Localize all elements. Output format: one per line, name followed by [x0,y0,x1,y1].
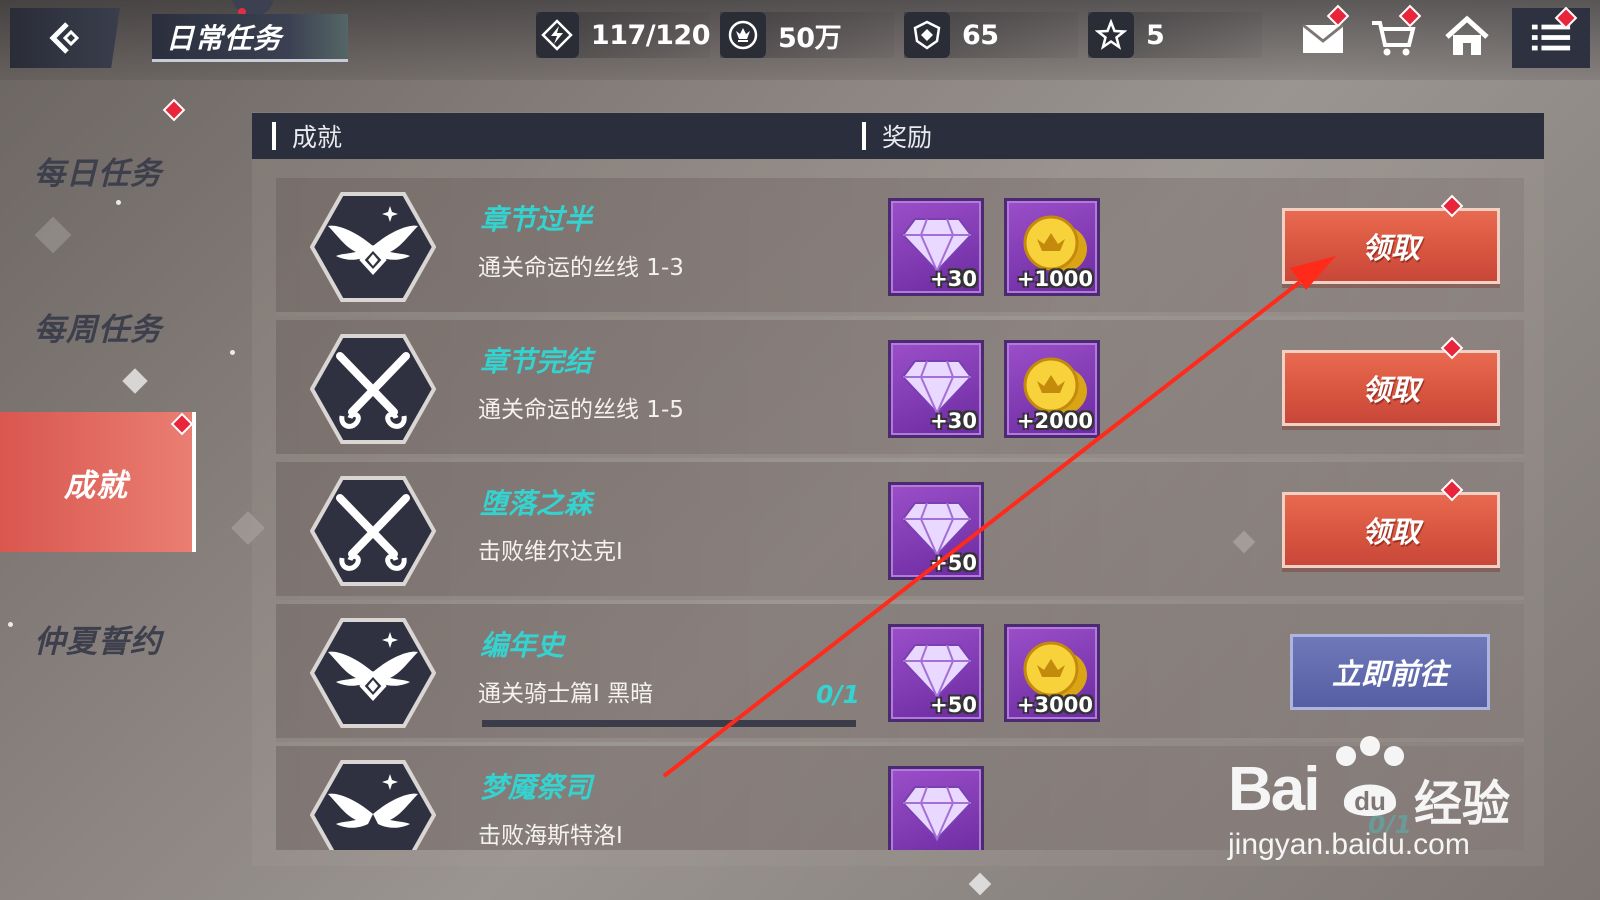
back-arrow-icon [49,22,80,54]
resource-stamina[interactable]: 117/120 [536,12,711,58]
achievement-name: 梦魇祭司 [480,771,593,804]
watermark-logo-text: Bai [1228,755,1320,824]
sidebar-item-weekly[interactable]: 每周任务 [0,256,196,396]
wings-icon [310,192,436,302]
column-header: 成就 奖励 [252,113,1544,159]
reward-amount: +50 [930,551,977,575]
list-item: 堕落之森 击败维尔达克Ⅰ +50 领取 [276,462,1524,600]
sidebar-item-label: 成就 [64,467,128,504]
claim-button[interactable]: 领取 [1282,208,1500,284]
sidebar-item-label: 每周任务 [34,311,162,348]
achievement-name: 编年史 [480,629,565,662]
reward-amount: +30 [930,267,977,291]
wings-icon [310,760,436,850]
star-icon [1088,12,1134,58]
resource-star[interactable]: 5 [1088,12,1262,58]
reward-amount: +50 [930,693,977,717]
claim-button[interactable]: 领取 [1282,492,1500,568]
list-item: 编年史 通关骑士篇Ⅰ 黑暗 0/1 +50 +3000 立即前往 [276,604,1524,742]
bg-decoration [230,350,235,355]
go-now-button-label: 立即前往 [1331,657,1448,691]
coin-icon [720,12,766,58]
reward-amount: +30 [930,409,977,433]
coin-value: 50万 [778,22,842,54]
watermark-jingyan: 经验 [1414,776,1511,832]
achievement-description: 通关命运的丝线 1-3 [478,255,684,281]
list-item: 章节过半 通关命运的丝线 1-3 +30 +1000 领取 [276,178,1524,316]
achievement-description: 通关骑士篇Ⅰ 黑暗 [478,681,654,707]
claim-button-label: 领取 [1361,231,1420,265]
page-title-text: 日常任务 [166,21,283,55]
watermark-du: du [1354,786,1386,816]
reward-diamond[interactable]: +50 [888,624,984,722]
reward-diamond[interactable]: +50 [888,482,984,580]
progress-bar [482,720,856,727]
diamond-icon [901,786,973,842]
achievement-name: 章节完结 [480,345,593,378]
sidebar-item-label: 每日任务 [34,155,162,192]
top-bar: 日常任务 117/120 50万 65 5 [0,0,1600,80]
achievement-description: 击败维尔达克Ⅰ [478,539,623,565]
claim-button-label: 领取 [1361,515,1420,549]
sidebar-item-achievements[interactable]: 成就 [0,412,196,552]
menu-button[interactable] [1512,8,1590,68]
go-now-button[interactable]: 立即前往 [1290,634,1490,710]
achievement-name: 堕落之森 [480,487,593,520]
reward-coin[interactable]: +2000 [1004,340,1100,438]
reward-coin[interactable]: +1000 [1004,198,1100,296]
shield-currency-icon [904,12,950,58]
crossed-swords-icon [310,334,436,444]
stamina-icon [536,12,579,58]
stamina-value: 117/120 [590,19,711,51]
sidebar-item-label: 仲夏誓约 [34,623,162,660]
page-title: 日常任务 [152,14,348,62]
reward-diamond[interactable]: +30 [888,340,984,438]
watermark-url: jingyan.baidu.com [1228,828,1470,861]
home-icon [1445,15,1489,55]
claim-button[interactable]: 领取 [1282,350,1500,426]
reward-amount: +1000 [1016,267,1093,291]
home-button[interactable] [1440,14,1494,60]
reward-diamond[interactable]: +30 [888,198,984,296]
paw-logo-icon: du [1336,736,1404,816]
column-header-reward: 奖励 [862,113,932,159]
sidebar-item-midsummer[interactable]: 仲夏誓约 [0,568,196,708]
reward-amount: +3000 [1016,693,1093,717]
bg-decoration [968,872,992,896]
progress-count: 0/1 [816,680,860,709]
achievement-name: 章节过半 [480,203,593,236]
list-item: 章节完结 通关命运的丝线 1-5 +30 +2000 领取 [276,320,1524,458]
sidebar-item-daily[interactable]: 每日任务 [0,100,196,240]
resource-coin[interactable]: 50万 [720,12,894,58]
star-value: 5 [1146,19,1165,51]
sidebar: 每日任务 每周任务 成就 仲夏誓约 [0,80,196,900]
reward-diamond[interactable] [888,766,984,850]
achievement-description: 通关命运的丝线 1-5 [478,397,684,423]
column-header-achievement: 成就 [272,113,342,159]
baidu-watermark: du Bai 经验 jingyan.baidu.com [1228,734,1528,874]
resource-shield[interactable]: 65 [904,12,1078,58]
achievement-description: 击败海斯特洛Ⅰ [478,823,623,849]
claim-button-label: 领取 [1361,373,1420,407]
reward-amount: +2000 [1016,409,1093,433]
back-button[interactable] [10,8,120,68]
wings-icon [310,618,436,728]
crossed-swords-icon [310,476,436,586]
shield-value: 65 [962,19,999,51]
reward-coin[interactable]: +3000 [1004,624,1100,722]
